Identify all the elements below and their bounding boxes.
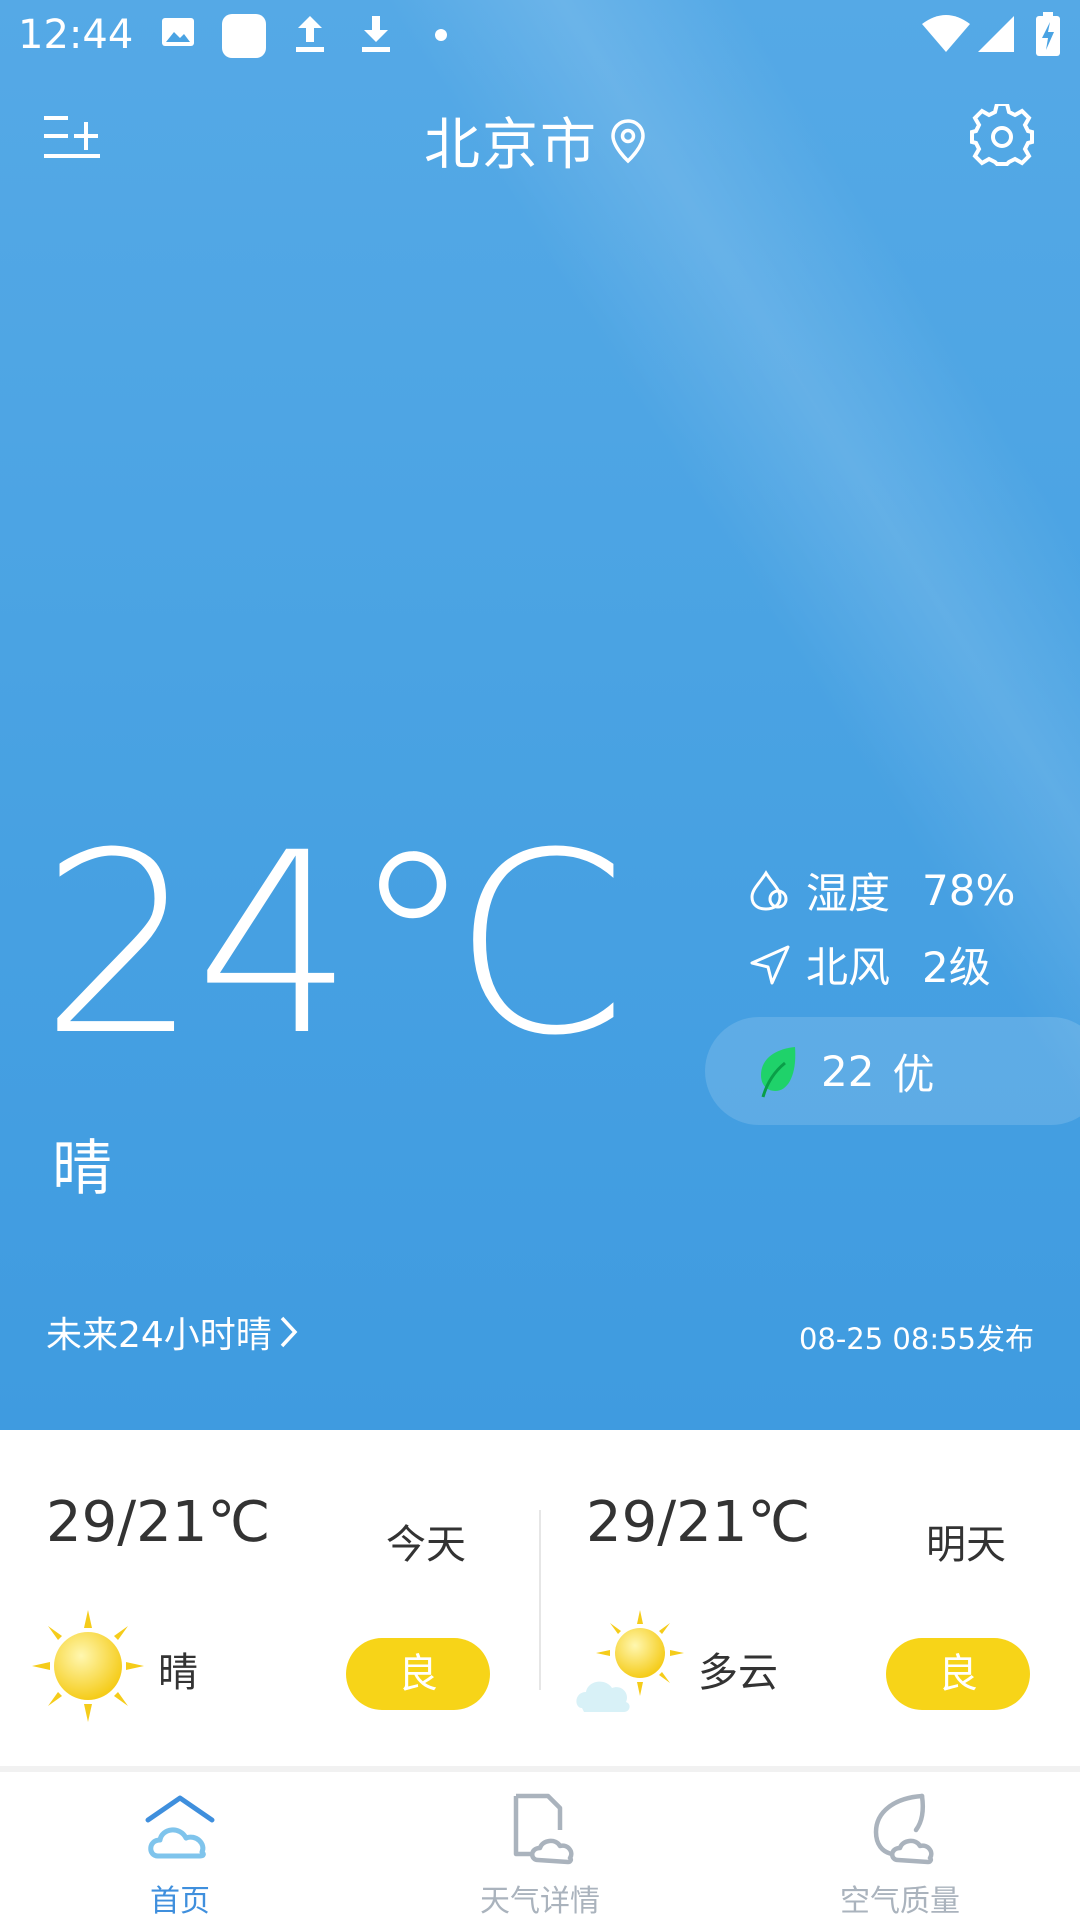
nav-label: 首页: [150, 1884, 210, 1919]
humidity-label: 湿度: [806, 869, 891, 918]
air-quality-badge: 良: [346, 1638, 490, 1710]
location-pin-icon: [611, 118, 645, 163]
status-bar: 12:44: [0, 0, 1080, 72]
current-condition: 晴: [52, 1134, 112, 1204]
aqi-value: 22: [821, 1046, 875, 1096]
weather-hero: 12:44 北京市 24℃ 晴 湿度 78% 北风 2级 22 优 未来24小时…: [0, 0, 1080, 1430]
condition: 多云: [698, 1650, 778, 1696]
app-notification-icon: [222, 14, 266, 58]
air-quality-badge: 良: [886, 1638, 1030, 1710]
forecast-card-tomorrow[interactable]: 29/21℃ 明天 多云 良: [540, 1430, 1080, 1760]
wind-direction: 北风: [806, 943, 891, 992]
city-selector[interactable]: 北京市: [424, 100, 646, 181]
humidity-value: 78%: [922, 866, 1016, 915]
current-temperature: 24℃: [40, 799, 631, 1090]
nav-label: 空气质量: [840, 1884, 960, 1919]
forecast-card-today[interactable]: 29/21℃ 今天 晴 良: [0, 1430, 540, 1760]
day-label: 明天: [926, 1522, 1006, 1568]
aqi-pill[interactable]: 22 优: [705, 1017, 1080, 1125]
day-label: 今天: [386, 1522, 466, 1568]
download-icon: [362, 16, 390, 52]
condition: 晴: [158, 1650, 198, 1696]
temp-range: 29/21℃: [586, 1490, 811, 1555]
aqi-level: 优: [892, 1049, 935, 1099]
leaf-icon: [761, 1047, 796, 1098]
publish-time: 08-25 08:55发布: [798, 1322, 1034, 1356]
wind-level: 2级: [922, 943, 991, 992]
nav-label: 天气详情: [480, 1884, 600, 1919]
wind-row: 北风 2级: [748, 934, 991, 995]
partly-cloudy-icon: [576, 1610, 684, 1712]
home-icon: [145, 1795, 215, 1859]
status-time: 12:44: [18, 12, 134, 58]
temp-range: 29/21℃: [46, 1490, 271, 1555]
image-notification-icon: [162, 18, 194, 46]
chevron-right-icon: [280, 1316, 298, 1348]
forecast-24h-text: 未来24小时晴: [46, 1315, 272, 1356]
nav-home[interactable]: 首页: [0, 1772, 360, 1920]
weather-detail-icon: [513, 1793, 574, 1865]
cell-signal-icon: [978, 16, 1014, 52]
light-beam-decoration: [260, 0, 1080, 1412]
daily-forecast-cards: 29/21℃ 今天 晴 良 29/21℃ 明天 多云 良: [0, 1430, 1080, 1760]
humidity-row: 湿度 78%: [748, 860, 1015, 921]
wind-direction-icon: [750, 945, 790, 984]
air-quality-icon: [873, 1793, 934, 1865]
add-city-icon[interactable]: [44, 112, 100, 164]
app-bar: 北京市: [0, 90, 1080, 190]
battery-charging-icon: [1036, 12, 1060, 56]
wifi-icon: [922, 15, 970, 52]
sun-icon: [32, 1610, 144, 1722]
city-name: 北京市: [424, 113, 598, 178]
nav-air-quality[interactable]: 空气质量: [720, 1772, 1080, 1920]
forecast-24h-link[interactable]: 未来24小时晴: [46, 1306, 300, 1358]
nav-weather-detail[interactable]: 天气详情: [360, 1772, 720, 1920]
more-notifications-dot-icon: [435, 29, 447, 41]
upload-icon: [296, 16, 324, 52]
humidity-drop-icon: [750, 869, 788, 911]
settings-gear-icon[interactable]: [970, 104, 1034, 168]
bottom-navigation: 首页 天气详情 空气质量: [0, 1772, 1080, 1920]
